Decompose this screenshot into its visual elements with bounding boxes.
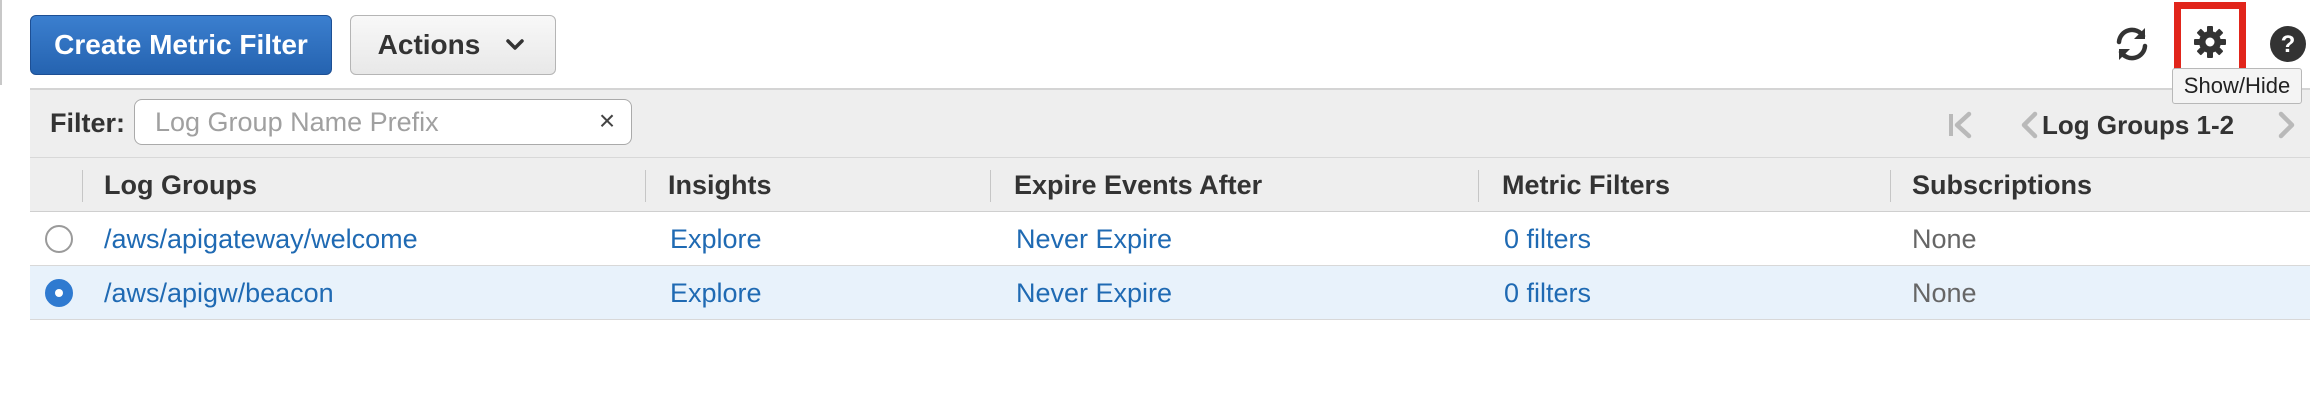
filter-label: Filter: xyxy=(50,108,126,138)
actions-label: Actions xyxy=(377,29,481,60)
show-hide-tooltip: Show/Hide xyxy=(2172,68,2302,104)
filter-bar: Filter: Log Group Name Prefix × Log Grou… xyxy=(30,88,2310,158)
row-select-radio[interactable] xyxy=(45,279,73,307)
insights-explore-link[interactable]: Explore xyxy=(670,266,762,320)
expire-events-link[interactable]: Never Expire xyxy=(1016,212,1172,266)
column-header-insights[interactable]: Insights xyxy=(668,158,772,212)
expire-events-link[interactable]: Never Expire xyxy=(1016,266,1172,320)
metric-filters-link[interactable]: 0 filters xyxy=(1504,212,1591,266)
chevron-down-icon xyxy=(502,32,528,58)
table-header: Log Groups Insights Expire Events After … xyxy=(30,158,2310,212)
gear-icon xyxy=(2192,24,2228,65)
first-page-icon[interactable] xyxy=(1940,105,1980,145)
column-header-metric-filters[interactable]: Metric Filters xyxy=(1502,158,1670,212)
column-header-expire-events-after[interactable]: Expire Events After xyxy=(1014,158,1262,212)
log-group-prefix-input[interactable]: Log Group Name Prefix xyxy=(134,99,632,145)
table-row[interactable]: /aws/apigw/beacon Explore Never Expire 0… xyxy=(30,266,2310,320)
pager-label: Log Groups 1-2 xyxy=(2042,110,2235,140)
metric-filters-link[interactable]: 0 filters xyxy=(1504,266,1591,320)
svg-text:?: ? xyxy=(2281,31,2296,58)
column-separator xyxy=(1478,170,1479,202)
column-separator xyxy=(82,170,83,202)
column-header-log-groups[interactable]: Log Groups xyxy=(104,158,257,212)
column-header-subscriptions[interactable]: Subscriptions xyxy=(1912,158,2092,212)
insights-explore-link[interactable]: Explore xyxy=(670,212,762,266)
clear-filter-icon[interactable]: × xyxy=(590,101,624,141)
refresh-icon[interactable] xyxy=(2110,22,2154,66)
help-icon[interactable]: ? xyxy=(2266,22,2310,66)
log-group-link[interactable]: /aws/apigateway/welcome xyxy=(104,212,418,266)
log-groups-table: Log Groups Insights Expire Events After … xyxy=(30,158,2310,320)
actions-dropdown-button[interactable]: Actions xyxy=(350,15,556,75)
column-separator xyxy=(990,170,991,202)
log-group-link[interactable]: /aws/apigw/beacon xyxy=(104,266,334,320)
row-select-radio[interactable] xyxy=(45,225,73,253)
table-row[interactable]: /aws/apigateway/welcome Explore Never Ex… xyxy=(30,212,2310,266)
column-separator xyxy=(645,170,646,202)
create-metric-filter-button[interactable]: Create Metric Filter xyxy=(30,15,332,75)
filter-placeholder: Log Group Name Prefix xyxy=(155,106,439,137)
subscriptions-value: None xyxy=(1912,223,1977,254)
column-separator xyxy=(1890,170,1891,202)
subscriptions-value: None xyxy=(1912,277,1977,308)
toolbar: Create Metric Filter Actions ? xyxy=(0,0,2310,88)
next-page-icon[interactable] xyxy=(2266,105,2306,145)
